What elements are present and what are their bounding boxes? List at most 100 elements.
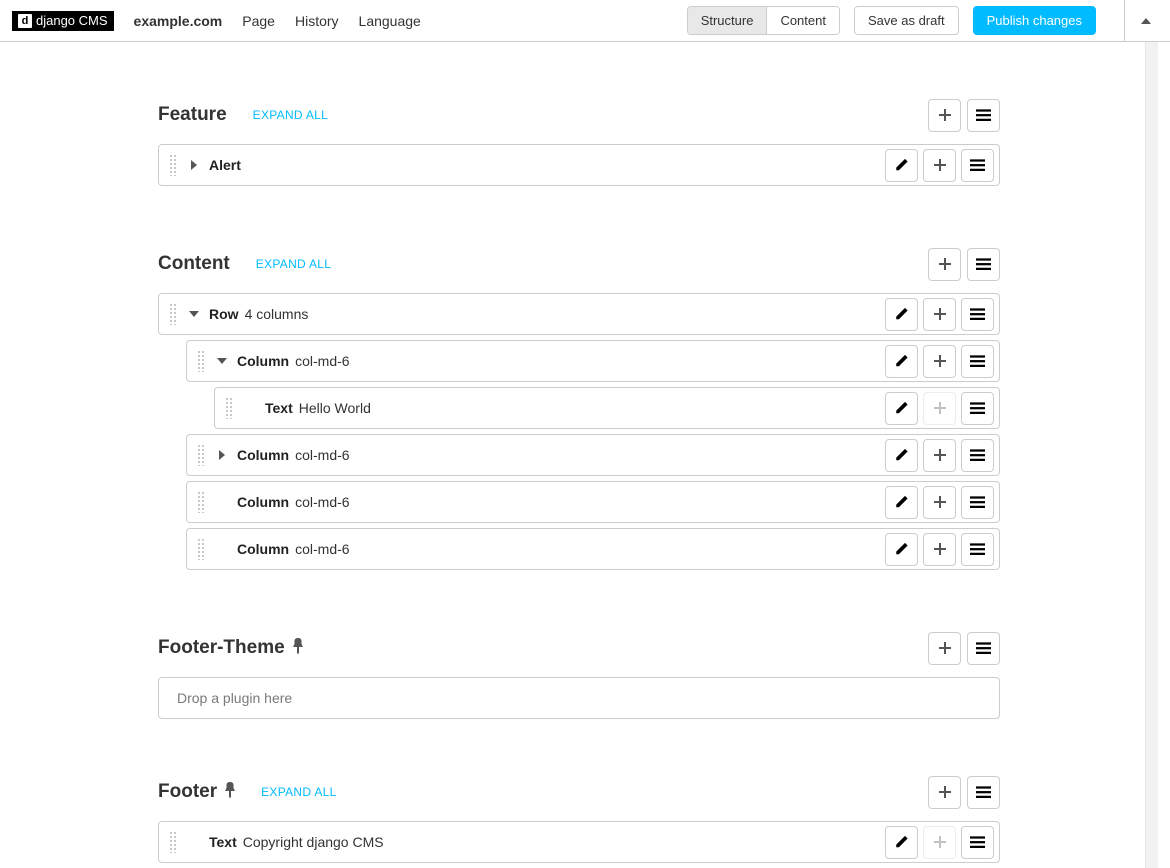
drag-handle[interactable] [193,488,209,516]
chevron-down-icon [217,358,227,364]
collapse-toolbar-button[interactable] [1124,0,1166,42]
plugin-label[interactable]: Text Copyright django CMS [209,834,384,850]
drop-zone[interactable]: Drop a plugin here [158,677,1000,719]
expand-all-link[interactable]: Expand All [261,785,336,799]
placeholder-menu-button[interactable] [967,99,1000,132]
plugin-type: Column [237,447,289,463]
edit-plugin-button[interactable] [885,533,918,566]
placeholder-actions [928,248,1000,281]
placeholder-header: Footer-Theme [158,631,1000,665]
add-child-plugin-button[interactable] [923,533,956,566]
structure-board: Feature Expand All Alert [0,42,1158,868]
top-toolbar: d django CMS example.com Page History La… [0,0,1170,42]
menu-page[interactable]: Page [232,0,285,42]
plugin-description: col-md-6 [295,447,349,463]
drag-dots-icon [169,154,177,176]
edit-plugin-button[interactable] [885,486,918,519]
drag-dots-icon [169,831,177,853]
edit-plugin-button[interactable] [885,826,918,859]
plugin-menu-button[interactable] [961,486,994,519]
edit-plugin-button[interactable] [885,392,918,425]
plugin-actions [885,345,994,378]
plugin-label[interactable]: Text Hello World [265,400,371,416]
drag-dots-icon [197,491,205,513]
plugin-menu-button[interactable] [961,439,994,472]
plugin-menu-button[interactable] [961,392,994,425]
placeholder-menu-button[interactable] [967,632,1000,665]
menu-history[interactable]: History [285,0,349,42]
plugin-actions [885,826,994,859]
plugin-type: Column [237,541,289,557]
drag-handle[interactable] [165,828,181,856]
plugin-type: Text [209,834,237,850]
add-child-plugin-button[interactable] [923,345,956,378]
add-child-plugin-button[interactable] [923,298,956,331]
tree-toggle[interactable] [215,358,229,364]
drag-handle[interactable] [221,394,237,422]
expand-all-link[interactable]: Expand All [253,108,328,122]
placeholder-title: Content [158,253,230,275]
drag-handle[interactable] [193,535,209,563]
drag-handle[interactable] [165,151,181,179]
drag-dots-icon [197,538,205,560]
plugin-menu-button[interactable] [961,345,994,378]
plugin-label[interactable]: Column col-md-6 [237,353,350,369]
drag-handle[interactable] [193,347,209,375]
placeholder-content: Content Expand All Row 4 columns [158,191,1000,570]
plugin-description: col-md-6 [295,353,349,369]
logo-text: django CMS [36,13,108,28]
plugin-menu-button[interactable] [961,533,994,566]
logo-mark-icon: d [18,14,32,28]
edit-plugin-button[interactable] [885,149,918,182]
plugin-label[interactable]: Alert [209,157,241,173]
drag-handle[interactable] [165,300,181,328]
placeholder-actions [928,99,1000,132]
add-plugin-button[interactable] [928,99,961,132]
add-child-plugin-button[interactable] [923,486,956,519]
plugin-description: col-md-6 [295,494,349,510]
plugin-row: Column col-md-6 [186,340,1000,382]
placeholder-menu-button[interactable] [967,776,1000,809]
view-content-button[interactable]: Content [766,7,839,34]
placeholder-menu-button[interactable] [967,248,1000,281]
plugin-type: Text [265,400,293,416]
tree-toggle[interactable] [187,311,201,317]
tree-toggle[interactable] [187,160,201,170]
plugin-label[interactable]: Row 4 columns [209,306,308,322]
add-plugin-button[interactable] [928,248,961,281]
plugin-row: Column col-md-6 [186,434,1000,476]
add-plugin-button[interactable] [928,776,961,809]
view-structure-button[interactable]: Structure [688,7,767,34]
toolbar-right: Structure Content Save as draft Publish … [687,0,1166,42]
placeholder-title: Footer-Theme [158,637,285,659]
pin-icon [293,638,303,659]
save-draft-button[interactable]: Save as draft [854,6,959,35]
plugin-actions [885,392,994,425]
plugin-menu-button[interactable] [961,298,994,331]
plugin-label[interactable]: Column col-md-6 [237,494,350,510]
plugin-menu-button[interactable] [961,149,994,182]
plugin-label[interactable]: Column col-md-6 [237,447,350,463]
plugin-label[interactable]: Column col-md-6 [237,541,350,557]
edit-plugin-button[interactable] [885,439,918,472]
plugin-menu-button[interactable] [961,826,994,859]
menu-language[interactable]: Language [349,0,431,42]
expand-all-link[interactable]: Expand All [256,257,331,271]
add-child-plugin-button[interactable] [923,149,956,182]
drag-dots-icon [197,444,205,466]
add-plugin-button[interactable] [928,632,961,665]
logo[interactable]: d django CMS [12,11,114,31]
edit-plugin-button[interactable] [885,345,918,378]
tree-toggle[interactable] [215,450,229,460]
drag-handle[interactable] [193,441,209,469]
placeholder-title: Footer [158,781,217,803]
edit-plugin-button[interactable] [885,298,918,331]
placeholder-footer: Footer Expand All Text Copyright django … [158,719,1000,863]
plugin-actions [885,439,994,472]
placeholder-header: Footer Expand All [158,775,1000,809]
add-child-plugin-button[interactable] [923,439,956,472]
site-name-menu[interactable]: example.com [124,0,233,42]
plugin-row: Text Hello World [214,387,1000,429]
publish-button[interactable]: Publish changes [973,6,1096,35]
plugin-actions [885,533,994,566]
